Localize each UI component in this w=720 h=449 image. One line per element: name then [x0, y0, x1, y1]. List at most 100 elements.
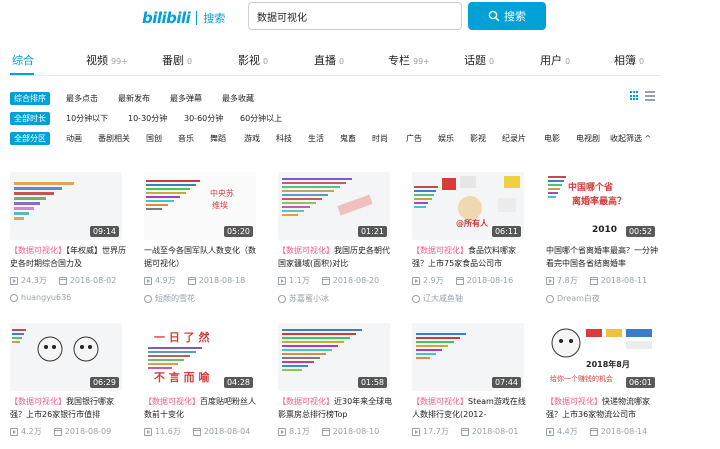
category-film-tv[interactable]: 影视: [470, 133, 486, 144]
duration-filter-row: 全部时长 10分钟以下 10-30分钟 30-60分钟 60分钟以上: [10, 111, 630, 125]
sort-filter-row: 综合排序 最多点击 最新发布 最多弹幕 最多收藏: [10, 91, 630, 105]
sort-newest[interactable]: 最新发布: [118, 93, 150, 104]
tab-photo[interactable]: 相簿 0: [614, 52, 644, 68]
video-thumbnail[interactable]: 01:21: [278, 172, 390, 240]
sort-most-clicked[interactable]: 最多点击: [66, 93, 98, 104]
category-kichiku[interactable]: 鬼畜: [340, 133, 356, 144]
tab-count: 0: [489, 57, 495, 66]
tab-count: 0: [339, 57, 345, 66]
video-card[interactable]: 中央苏 维埃 05:20 一战至今各国军队人数变化（数据可视化） 4.9万 201…: [144, 172, 264, 312]
title-tag: 【数据可视化】: [10, 246, 66, 255]
calendar-icon: [460, 427, 469, 436]
category-all[interactable]: 全部分区: [10, 131, 50, 145]
video-card[interactable]: 09:14 【数据可视化】【年权威】世界历史各时期综合国力及 24.3万 2018…: [10, 172, 130, 312]
video-card[interactable]: 2018年8月 给你一个赚钱的机会 06:01 【数据可视化】快递物流哪家强？上…: [546, 323, 666, 449]
duration-over-60[interactable]: 60分钟以上: [240, 113, 282, 124]
video-thumbnail[interactable]: 中国哪个省 离婚率最高？ 2010 00:52: [546, 172, 658, 240]
thumb-text: @所有人: [456, 218, 489, 228]
duration-under-10[interactable]: 10分钟以下: [66, 113, 108, 124]
category-documentary[interactable]: 纪录片: [502, 133, 526, 144]
play-count-icon: [10, 276, 18, 285]
video-title[interactable]: 【数据可视化】【年权威】世界历史各时期综合国力及: [10, 244, 126, 270]
video-card[interactable]: 01:21 【数据可视化】我国历史各朝代国家疆域(面积)对比 1.1万 2018-…: [278, 172, 398, 312]
view-count: 2.9万: [423, 276, 444, 285]
video-card[interactable]: 中国哪个省 离婚率最高？ 2010 00:52 中国哪个省离婚率最高？一分钟看完…: [546, 172, 666, 312]
category-fashion[interactable]: 时尚: [372, 133, 388, 144]
upload-date: 2018-08-16: [466, 276, 514, 285]
video-card[interactable]: @所有人 06:11 【数据可视化】食品饮料哪家强？上市75家食品公司市 2.9…: [412, 172, 532, 312]
uploader-row[interactable]: Dream白夜: [546, 293, 600, 304]
video-title[interactable]: 中国哪个省离婚率最高？一分钟看完中国各省结离婚率: [546, 244, 662, 270]
category-anime[interactable]: 动画: [66, 133, 82, 144]
list-view-icon[interactable]: [645, 91, 655, 101]
search-input[interactable]: 数据可视化: [248, 2, 462, 30]
tab-count: 99+: [413, 57, 430, 66]
sort-most-danmaku[interactable]: 最多弹幕: [170, 93, 202, 104]
calendar-icon: [321, 276, 330, 285]
tab-article[interactable]: 专栏 99+: [388, 52, 430, 68]
category-life[interactable]: 生活: [308, 133, 324, 144]
duration-all[interactable]: 全部时长: [10, 111, 50, 125]
tab-live[interactable]: 直播 0: [314, 52, 344, 68]
tab-count: 0: [263, 57, 269, 66]
category-bangumi-related[interactable]: 番剧相关: [98, 133, 130, 144]
video-title[interactable]: 【数据可视化】百度贴吧粉丝人数前十变化: [144, 395, 260, 421]
category-guochuang[interactable]: 国创: [146, 133, 162, 144]
category-game[interactable]: 游戏: [244, 133, 260, 144]
video-thumbnail[interactable]: 中央苏 维埃 05:20: [144, 172, 256, 240]
video-thumbnail[interactable]: 07:44: [412, 323, 524, 391]
calendar-icon: [455, 276, 464, 285]
bilibili-logo[interactable]: bilibili 搜索: [142, 8, 225, 28]
sort-most-favorites[interactable]: 最多收藏: [222, 93, 254, 104]
video-title[interactable]: 【数据可视化】食品饮料哪家强？上市75家食品公司市: [412, 244, 528, 270]
video-thumbnail[interactable]: 09:14: [10, 172, 122, 240]
video-title[interactable]: 一战至今各国军队人数变化（数据可视化）: [144, 244, 260, 270]
uploader-icon: [144, 294, 152, 303]
grid-view-icon[interactable]: [630, 91, 640, 101]
video-card[interactable]: 一 日 了 然 不 言 而 喻 04:28 【数据可视化】百度贴吧粉丝人数前十变…: [144, 323, 264, 449]
video-card[interactable]: 06:29 【数据可视化】我国银行哪家强？上市26家银行市值排 4.2万 2018…: [10, 323, 130, 449]
video-thumbnail[interactable]: 01:58: [278, 323, 390, 391]
video-card[interactable]: 07:44 【数据可视化】Steam游戏在线人数排行变化(2012- 17.7万…: [412, 323, 532, 449]
upload-date: 2018-08-01: [471, 427, 519, 436]
upload-date: 2018-08-10: [332, 427, 380, 436]
tab-movie[interactable]: 影视 0: [238, 52, 268, 68]
uploader-row[interactable]: 短颜的雪花: [144, 293, 195, 304]
category-dance[interactable]: 舞蹈: [210, 133, 226, 144]
tab-count: 0: [187, 57, 193, 66]
duration-10-30[interactable]: 10-30分钟: [128, 113, 167, 124]
category-tech[interactable]: 科技: [276, 133, 292, 144]
video-thumbnail[interactable]: @所有人 06:11: [412, 172, 524, 240]
tab-all[interactable]: 综合: [12, 52, 34, 68]
video-thumbnail[interactable]: 06:29: [10, 323, 122, 391]
video-card[interactable]: 01:58 【数据可视化】近30年来全球电影票房总排行榜Top 8.1万 2018…: [278, 323, 398, 449]
calendar-icon: [192, 427, 201, 436]
category-tv-series[interactable]: 电视剧: [576, 133, 600, 144]
view-count: 4.2万: [21, 427, 42, 436]
tab-topic[interactable]: 话题 0: [464, 52, 494, 68]
video-thumbnail[interactable]: 2018年8月 给你一个赚钱的机会 06:01: [546, 323, 658, 391]
tab-bangumi[interactable]: 番剧 0: [162, 52, 192, 68]
tab-video[interactable]: 视频 99+: [86, 52, 128, 68]
video-title[interactable]: 【数据可视化】Steam游戏在线人数排行变化(2012-: [412, 395, 528, 421]
uploader-row[interactable]: 苏嘉蜜小冰: [278, 293, 329, 304]
search-button[interactable]: 搜索: [468, 2, 546, 30]
duration-30-60[interactable]: 30-60分钟: [184, 113, 223, 124]
upload-date: 2018-08-09: [64, 427, 112, 436]
uploader-row[interactable]: huangyu636: [10, 293, 71, 302]
uploader-row[interactable]: 辽大咸鱼轴: [412, 293, 463, 304]
video-title[interactable]: 【数据可视化】我国历史各朝代国家疆域(面积)对比: [278, 244, 394, 270]
category-ads[interactable]: 广告: [406, 133, 422, 144]
category-entertainment[interactable]: 娱乐: [438, 133, 454, 144]
video-title[interactable]: 【数据可视化】快递物流哪家强？上市36家物流公司市: [546, 395, 662, 421]
video-title[interactable]: 【数据可视化】我国银行哪家强？上市26家银行市值排: [10, 395, 126, 421]
category-movie[interactable]: 电影: [544, 133, 560, 144]
tab-user[interactable]: 用户 0: [540, 52, 570, 68]
video-thumbnail[interactable]: 一 日 了 然 不 言 而 喻 04:28: [144, 323, 256, 391]
sort-comprehensive[interactable]: 综合排序: [10, 91, 50, 105]
category-music[interactable]: 音乐: [178, 133, 194, 144]
collapse-filters-link[interactable]: 收起筛选 ^: [610, 133, 651, 144]
video-duration: 09:14: [89, 226, 119, 237]
video-title[interactable]: 【数据可视化】近30年来全球电影票房总排行榜Top: [278, 395, 394, 421]
tab-label: 视频: [86, 54, 108, 67]
